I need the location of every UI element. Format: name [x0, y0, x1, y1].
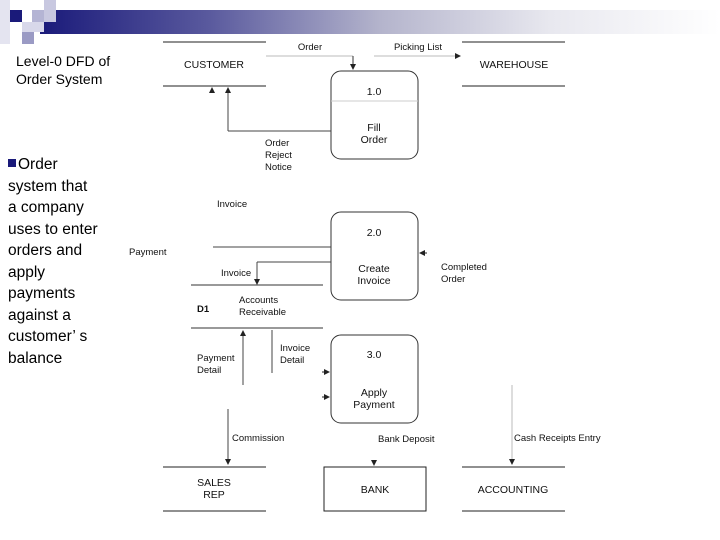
flow-payment-detail-label-1: Payment	[197, 353, 235, 364]
flow-order-reject-notice: Order Reject Notice	[209, 87, 331, 173]
flow-order-reject-label-1: Order	[265, 138, 289, 149]
flow-completed-order-label-2: Order	[441, 274, 465, 285]
process-3-id: 3.0	[367, 349, 382, 361]
flow-payment-detail-label-2: Detail	[197, 365, 221, 376]
flow-invoice-top-label: Invoice	[217, 199, 247, 210]
process-1-name-2: Order	[361, 134, 388, 146]
flow-payment-label: Payment	[129, 247, 167, 258]
process-create-invoice: 2.0 Create Invoice	[330, 211, 419, 301]
dfd-diagram: CUSTOMER WAREHOUSE 1.0 Fill Order Order …	[129, 41, 601, 512]
process-1-id: 1.0	[367, 86, 382, 98]
process-2-id: 2.0	[367, 227, 382, 239]
process-fill-order: 1.0 Fill Order	[330, 70, 419, 160]
entity-accounting: ACCOUNTING	[462, 466, 565, 512]
flow-completed-order: Completed Order	[419, 250, 487, 285]
datastore-name-2: Receivable	[239, 307, 286, 318]
process-1-name-1: Fill	[367, 122, 380, 134]
flow-payment-detail: Payment Detail	[197, 330, 246, 385]
process-2-name-1: Create	[358, 263, 390, 275]
customer-label: CUSTOMER	[184, 59, 244, 71]
process-3-name-2: Payment	[353, 399, 395, 411]
flow-order-reject-label-2: Reject	[265, 150, 292, 161]
entity-bank: BANK	[323, 466, 427, 512]
flow-invoice-store-label: Invoice	[221, 268, 251, 279]
flow-invoice-detail: Invoice Detail	[271, 330, 330, 400]
flow-picking-list-label: Picking List	[394, 42, 442, 53]
datastore-accounts-receivable: D1 Accounts Receivable	[191, 284, 323, 329]
flow-invoice-to-store: Invoice	[221, 261, 331, 285]
entity-customer: CUSTOMER	[163, 41, 266, 87]
flow-order: Order	[266, 42, 356, 70]
entity-warehouse: WAREHOUSE	[462, 41, 565, 87]
bank-label: BANK	[361, 484, 390, 496]
flow-order-label: Order	[298, 42, 322, 53]
flow-cash-receipts-label: Cash Receipts Entry	[514, 433, 601, 444]
flow-commission-label: Commission	[232, 433, 284, 444]
flow-invoice-detail-label-2: Detail	[280, 355, 304, 366]
accounting-label: ACCOUNTING	[478, 484, 549, 496]
sales-rep-label-2: REP	[203, 489, 225, 501]
sales-rep-label-1: SALES	[197, 477, 231, 489]
flow-commission: Commission	[225, 409, 284, 465]
flow-picking-list: Picking List	[374, 42, 461, 59]
flow-bank-deposit: Bank Deposit	[371, 434, 435, 466]
flow-completed-order-label-1: Completed	[441, 262, 487, 273]
warehouse-label: WAREHOUSE	[480, 59, 548, 71]
process-2-name-2: Invoice	[357, 275, 390, 287]
process-3-name-1: Apply	[361, 387, 388, 399]
flow-bank-deposit-label: Bank Deposit	[378, 434, 435, 445]
datastore-name-1: Accounts	[239, 295, 278, 306]
flow-order-reject-label-3: Notice	[265, 162, 292, 173]
entity-sales-rep: SALES REP	[163, 466, 266, 512]
datastore-id: D1	[197, 304, 210, 315]
flow-invoice-detail-label-1: Invoice	[280, 343, 310, 354]
process-apply-payment: 3.0 Apply Payment	[330, 334, 419, 424]
flow-cash-receipts-entry: Cash Receipts Entry	[509, 385, 601, 465]
flow-payment: Payment	[129, 246, 331, 258]
